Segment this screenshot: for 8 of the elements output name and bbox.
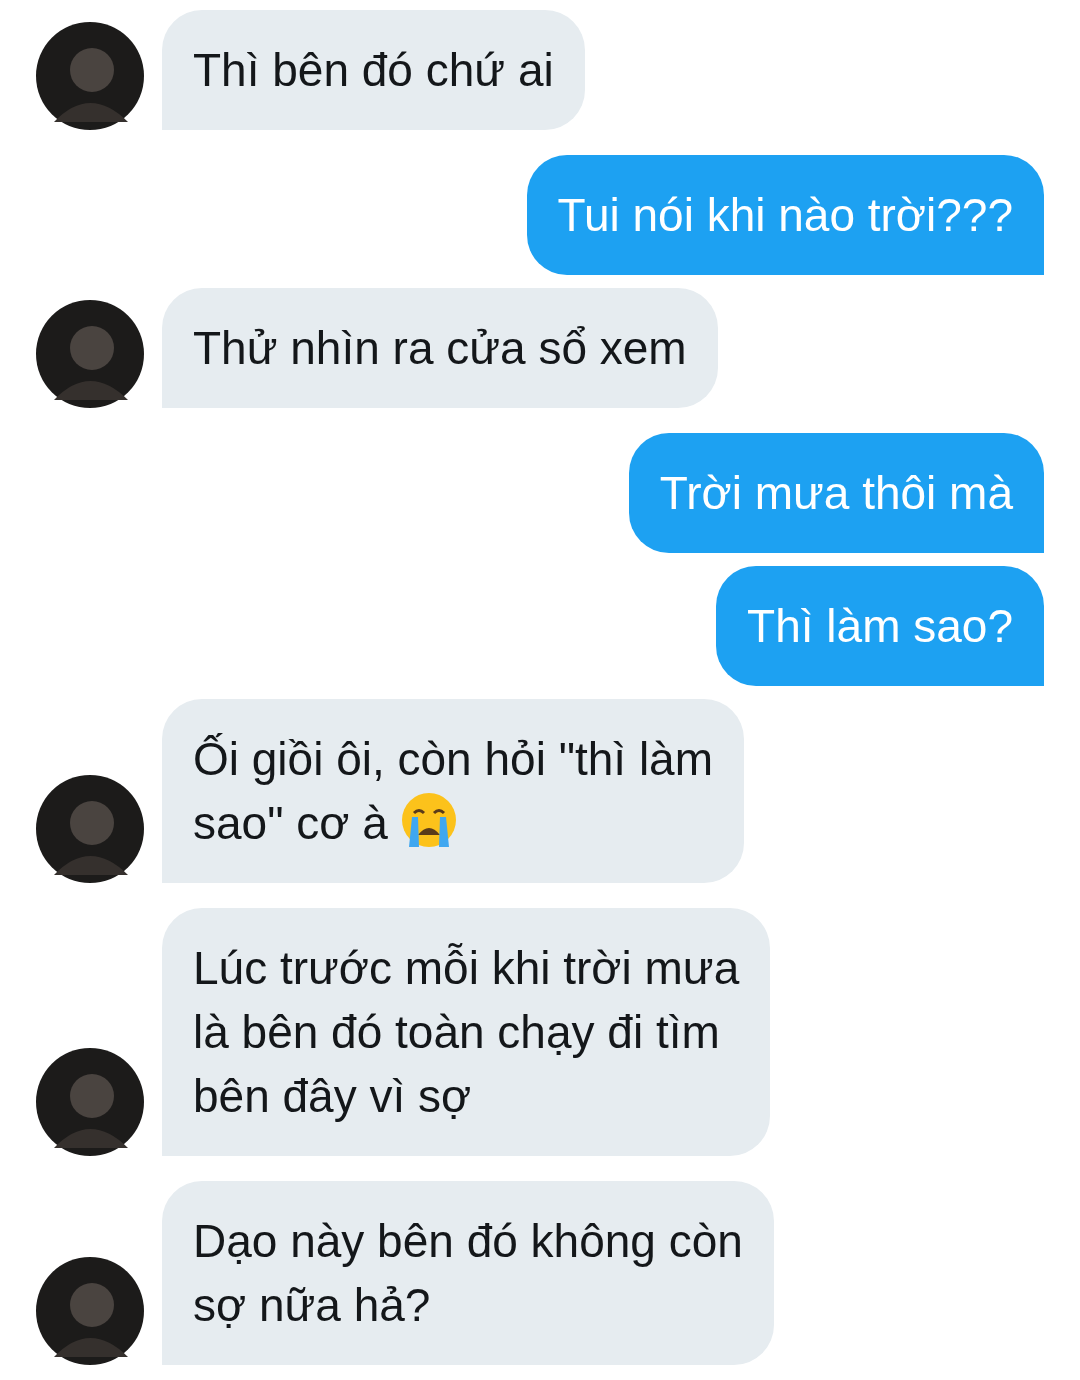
message-text: Trời mưa thôi mà (659, 466, 1013, 521)
message-text: Thì bên đó chứ ai (193, 43, 554, 98)
message-text: Tui nói khi nào trời??? (557, 188, 1013, 243)
message-text: Thử nhìn ra cửa sổ xem (193, 321, 687, 376)
message-text: Lúc trước mỗi khi trời mưa là bên đó toàn chạy đi tìm bên đây vì sợ (193, 941, 740, 1124)
message-text: Ối giồi ôi, còn hỏi "thì làm sao" cơ à (193, 732, 713, 851)
message-text: Dạo này bên đó không còn sợ nữa hả? (193, 1214, 743, 1333)
message-text: Thì làm sao? (747, 599, 1013, 654)
